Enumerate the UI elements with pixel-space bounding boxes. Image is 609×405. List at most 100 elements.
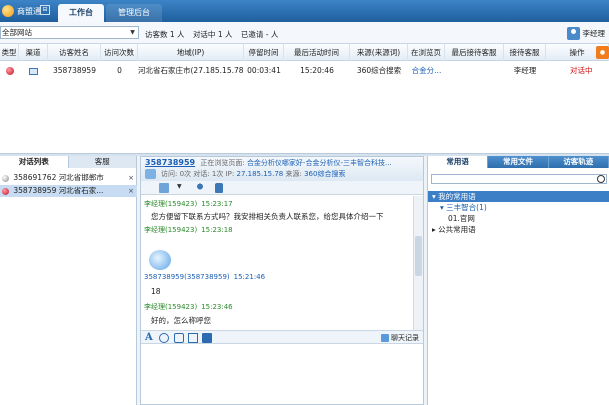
user-icon [566,26,580,40]
chat-header: 358738959 正在浏览页面: 合金分析仪哪家好-合金分析仪-三丰智合科技.… [141,157,423,181]
quick-panel: 常用语 常用文件 访客轨迹 ▾ 我的常用语 ▾ 三丰智合(1) 01.官网 ▸ … [427,156,609,405]
viewing-page-link[interactable]: 合金分析仪哪家好-合金分析仪-三丰智合科技... [247,159,392,167]
logo-icon [2,5,14,17]
tab-staff[interactable]: 客服 [69,156,137,168]
current-user[interactable]: 李经理 [566,25,606,41]
header-page[interactable]: 在浏览页 [408,44,445,61]
avatar [145,169,156,179]
filter-bar: 全部网站 ▼ 访客数 1 人 对话中 1 人 已邀请 - 人 李经理 [0,22,609,44]
screenshot-icon[interactable] [188,333,198,343]
right-tabs: 常用语 常用文件 访客轨迹 [428,156,609,168]
cell-service: 李经理 [513,66,537,75]
search-icon[interactable] [597,175,605,183]
smile-icon[interactable] [159,333,169,343]
header-channel[interactable]: 渠道 [19,44,48,61]
site-select-value: 全部网站 [2,28,32,37]
message-text: 好的，怎么称呼您 [151,316,211,325]
left-tabs: 对话列表 客服 [0,156,136,168]
list-item[interactable]: 358738959 河北省石家... × [0,185,137,197]
message-text: 您方便留下联系方式吗？我安排相关负责人联系您，给您具体介绍一下 [151,212,384,221]
list-item-label: 358691762 河北省邯郸市 [13,173,104,182]
visitor-online-icon [2,187,9,195]
chevron-down-icon[interactable]: ▼ [177,183,183,193]
message-meta: 358738959(358738959) 15:21:46 [144,273,266,281]
visitor-offline-icon [2,174,9,182]
chat-header-line2: 访问: 0次 对话: 1次 IP: 27.185.15.78 来源: 360综合… [161,169,345,179]
emoji-image [149,250,171,270]
close-icon[interactable]: × [128,172,134,184]
monitor-icon [19,62,48,79]
site-select[interactable]: 全部网站 ▼ [0,26,139,39]
list-item[interactable]: 358691762 河北省邯郸市 × [0,172,137,184]
chevron-down-icon[interactable]: ▼ [128,28,137,37]
minimize-button[interactable]: ⊟ [40,5,50,15]
image-icon[interactable] [174,333,184,343]
message-input[interactable] [141,345,423,404]
cell-region: 河北省石家庄市(27.185.15.78) [138,66,244,75]
visitor-type-icon [0,62,19,79]
source-label: 来源: [285,170,302,178]
cell-last-active: 15:20:46 [300,66,334,75]
dialog-label: 对话: [193,170,210,178]
visitor-id-link[interactable]: 358738959 [145,158,195,167]
tree-public-phrases[interactable]: ▸ 公共常用语 [432,224,476,235]
invited-count: 已邀请 - 人 [240,30,279,39]
user-name: 李经理 [582,28,606,38]
table-header: 类型 渠道 访客姓名 访问次数 地域(IP) 停留时间 最后活动时间 来源(来源… [0,44,609,61]
ip-label: IP: [225,170,235,178]
tab-conversation-list[interactable]: 对话列表 [0,156,69,168]
header-last-active[interactable]: 最后活动时间 [284,44,350,61]
chat-panel: 358738959 正在浏览页面: 合金分析仪哪家好-合金分析仪-三丰智合科技.… [140,156,424,405]
header-type[interactable]: 类型 [0,44,19,61]
viewing-label: 正在浏览页面: [200,159,245,167]
header-name[interactable]: 访客姓名 [48,44,101,61]
file-icon[interactable] [202,333,212,343]
font-icon[interactable]: A [145,333,155,343]
tree-item[interactable]: 01.官网 [448,213,475,224]
visitor-stats: 访客数 1 人 对话中 1 人 已邀请 - 人 [145,29,284,40]
history-icon [381,334,389,342]
cell-name: 358738959 [53,66,96,75]
phrase-search-input[interactable] [431,174,607,184]
cell-visits: 0 [117,66,122,75]
tab-workbench[interactable]: 工作台 [58,4,104,22]
input-toolbar: A 聊天记录 [141,330,423,344]
chat-header-line1: 358738959 正在浏览页面: 合金分析仪哪家好-合金分析仪-三丰智合科技.… [145,158,392,168]
lock-icon[interactable] [215,183,223,193]
visit-count: 0次 [179,170,192,178]
transfer-user-icon[interactable] [195,183,205,193]
tab-admin[interactable]: 管理后台 [106,4,162,22]
message-scrollbar[interactable] [413,196,423,330]
cell-prev-service [445,62,504,79]
top-bar: 商盟通 ⊟ 工作台 管理后台 [0,0,609,22]
folder-icon[interactable] [159,183,169,193]
table-row[interactable]: 358738959 0 河北省石家庄市(27.185.15.78) 00:03:… [0,62,609,79]
visitor-table: 类型 渠道 访客姓名 访问次数 地域(IP) 停留时间 最后活动时间 来源(来源… [0,44,609,154]
message-meta: 李经理(159423) 15:23:18 [144,226,233,234]
header-service[interactable]: 接待客服 [504,44,546,61]
orange-badge-icon[interactable]: ● [596,46,609,59]
scrollbar-thumb[interactable] [415,236,422,276]
cell-stay: 00:03:41 [247,66,281,75]
header-region[interactable]: 地域(IP) [138,44,244,61]
tab-common-files[interactable]: 常用文件 [488,156,549,168]
cell-page-link[interactable]: 合金分... [408,62,445,79]
tree-group[interactable]: ▾ 三丰智合(1) [440,202,487,213]
chatting-count: 对话中 1 人 [192,30,233,39]
cell-op-status[interactable]: 对话中 [546,62,609,79]
chat-history-button[interactable]: 聊天记录 [381,332,419,344]
header-visits[interactable]: 访问次数 [101,44,138,61]
header-stay[interactable]: 停留时间 [244,44,284,61]
chat-toolbar: ▼ [141,181,423,195]
message-list: 李经理(159423) 15:23:17 您方便留下联系方式吗？我安排相关负责人联… [141,196,413,330]
tree-my-phrases[interactable]: ▾ 我的常用语 [428,191,609,202]
tab-visitor-track[interactable]: 访客轨迹 [549,156,609,168]
visit-label: 访问: [161,170,178,178]
header-prev-service[interactable]: 最后接待客服 [445,44,504,61]
header-source[interactable]: 来源(来源词) [350,44,408,61]
conversation-panel: 对话列表 客服 358691762 河北省邯郸市 × 358738959 河北省… [0,156,137,405]
tab-common-phrases[interactable]: 常用语 [428,156,489,168]
close-icon[interactable]: × [128,185,134,197]
message-meta: 李经理(159423) 15:23:17 [144,200,233,208]
visitor-count: 访客数 1 人 [145,30,185,39]
